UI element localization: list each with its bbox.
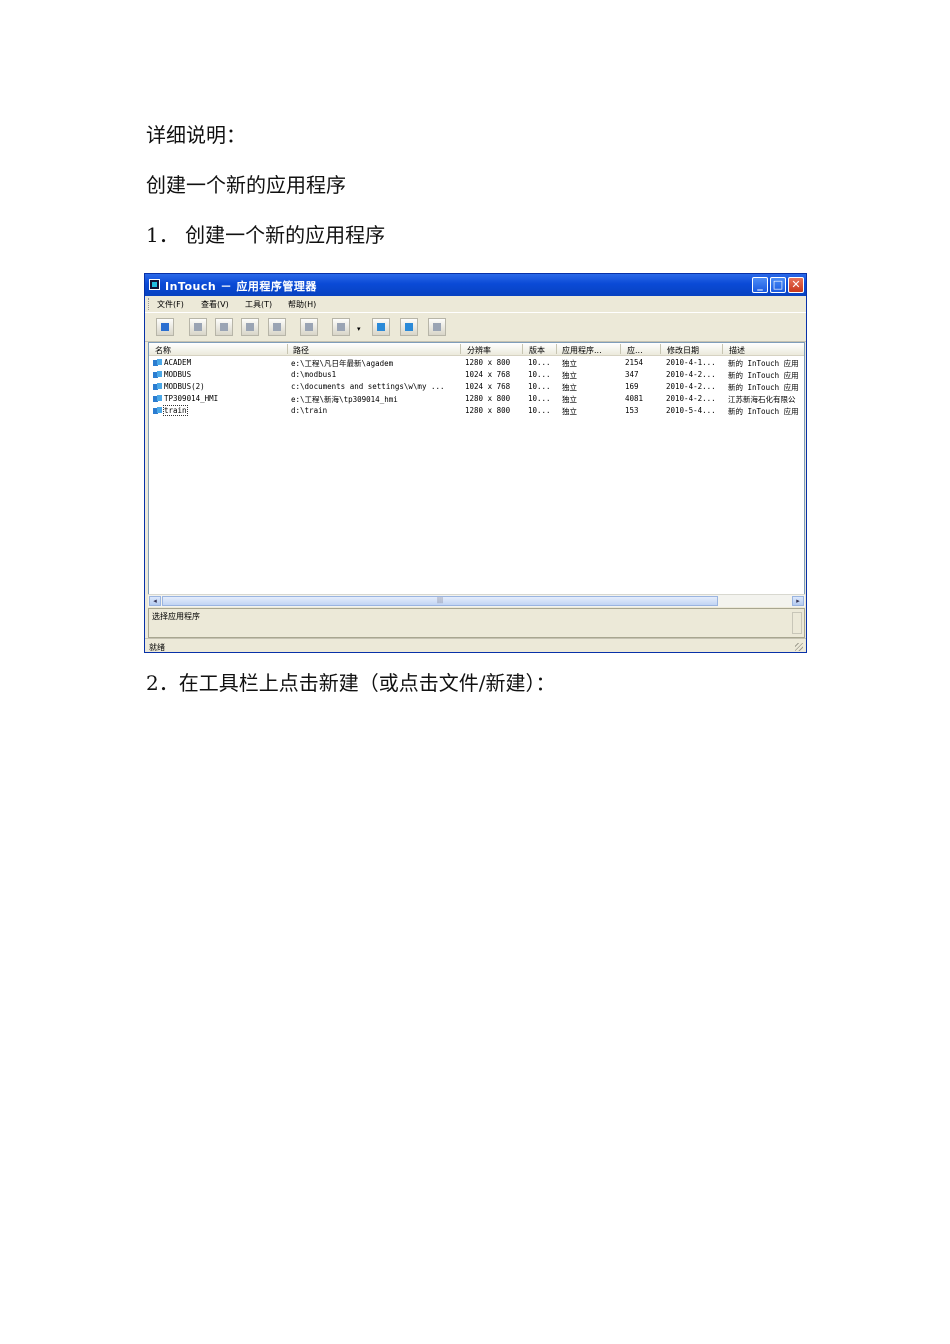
cell-app-size: 4081	[625, 394, 644, 403]
cell-path: e:\工程\新海\tp309014_hmi	[291, 395, 398, 404]
cell-modified: 2010-4-2...	[666, 370, 716, 379]
table-row[interactable]: TP309014_HMI e:\工程\新海\tp309014_hmi 1280 …	[149, 393, 804, 405]
cell-modified: 2010-4-1...	[666, 358, 716, 367]
table-row[interactable]: train d:\train 1280 x 800 10... 独立 153 2…	[149, 405, 804, 417]
cell-app-size: 2154	[625, 358, 644, 367]
col-name[interactable]: 名称	[155, 345, 171, 356]
minimize-button[interactable]: _	[752, 277, 768, 293]
cell-description: 新的 InTouch 应用	[728, 407, 799, 416]
col-version[interactable]: 版本	[529, 345, 545, 356]
menu-bar: 文件(F) 查看(V) 工具(T) 帮助(H)	[145, 296, 806, 312]
table-row[interactable]: MODBUS(2) c:\documents and settings\w\my…	[149, 381, 804, 393]
table-row[interactable]: MODBUS d:\modbus1 1024 x 768 10... 独立 34…	[149, 369, 804, 381]
toolbar: ▾	[145, 312, 806, 342]
cell-name: TP309014_HMI	[164, 394, 219, 403]
cell-app-type: 独立	[562, 383, 577, 392]
description-label: 选择应用程序	[152, 612, 200, 621]
step-2: 2．在工具栏上点击新建（或点击文件/新建）：	[146, 671, 556, 695]
app-icon	[153, 371, 162, 379]
menu-help[interactable]: 帮助(H)	[288, 299, 316, 310]
cell-modified: 2010-4-2...	[666, 382, 716, 391]
cell-path: e:\工程\凡日年最新\agadem	[291, 359, 394, 368]
cell-description: 江苏新海石化有限公	[728, 395, 796, 404]
cell-path: d:\train	[291, 406, 328, 415]
scroll-left-icon[interactable]: ◂	[149, 596, 161, 606]
cell-path: c:\documents and settings\w\my ...	[291, 382, 445, 391]
cell-version: 10...	[528, 358, 551, 367]
cell-app-type: 独立	[562, 395, 577, 404]
edit-button[interactable]	[189, 318, 207, 336]
window-title: InTouch － 应用程序管理器	[165, 280, 317, 293]
heading-detail: 详细说明：	[146, 123, 246, 147]
cell-app-type: 独立	[562, 407, 577, 416]
status-text: 就绪	[149, 643, 165, 652]
col-description[interactable]: 描述	[729, 345, 745, 356]
title-bar: InTouch － 应用程序管理器 _ □ ✕	[145, 274, 806, 296]
menu-tools[interactable]: 工具(T)	[245, 299, 272, 310]
cell-resolution: 1280 x 800	[465, 358, 511, 367]
cell-version: 10...	[528, 382, 551, 391]
col-app-size[interactable]: 应...	[627, 345, 643, 356]
col-resolution[interactable]: 分辨率	[467, 345, 491, 356]
delete-button[interactable]	[300, 318, 318, 336]
cell-version: 10...	[528, 370, 551, 379]
cell-name: ACADEM	[164, 358, 192, 367]
scroll-right-icon[interactable]: ▸	[792, 596, 804, 606]
cell-name: MODBUS	[164, 370, 192, 379]
cell-version: 10...	[528, 394, 551, 403]
cell-resolution: 1280 x 800	[465, 394, 511, 403]
scroll-thumb[interactable]: |||	[162, 596, 718, 606]
app-icon	[153, 395, 162, 403]
cell-description: 新的 InTouch 应用	[728, 371, 799, 380]
col-app-type[interactable]: 应用程序...	[562, 345, 602, 356]
intouch-app-icon	[149, 279, 160, 290]
app-icon	[153, 383, 162, 391]
dbdump-button[interactable]	[372, 318, 390, 336]
col-modified-date[interactable]: 修改日期	[667, 345, 699, 356]
cell-app-size: 347	[625, 370, 639, 379]
menu-file[interactable]: 文件(F)	[157, 299, 184, 310]
cell-modified: 2010-4-2...	[666, 394, 716, 403]
cell-version: 10...	[528, 406, 551, 415]
status-bar: 就绪	[145, 638, 806, 652]
horizontal-scrollbar[interactable]: ◂ ||| ▸	[148, 594, 805, 607]
cell-app-size: 153	[625, 406, 639, 415]
description-scrollbar[interactable]	[792, 612, 802, 634]
cell-resolution: 1280 x 800	[465, 406, 511, 415]
maximize-button[interactable]: □	[770, 277, 786, 293]
list-header: 名称 路径 分辨率 版本 应用程序... 应... 修改日期 描述	[149, 343, 804, 356]
close-button[interactable]: ✕	[788, 277, 804, 293]
menu-view[interactable]: 查看(V)	[201, 299, 229, 310]
cell-description: 新的 InTouch 应用	[728, 359, 799, 368]
subheading-create-app: 创建一个新的应用程序	[146, 173, 346, 197]
cell-path: d:\modbus1	[291, 370, 337, 379]
app-icon	[153, 359, 162, 367]
cell-name: train	[163, 405, 188, 416]
col-path[interactable]: 路径	[293, 345, 309, 356]
new-app-button[interactable]	[156, 318, 174, 336]
menu-grip	[148, 298, 151, 310]
cell-app-size: 169	[625, 382, 639, 391]
view-dropdown-icon[interactable]: ▾	[357, 325, 361, 333]
cell-resolution: 1024 x 768	[465, 370, 511, 379]
dbload-button[interactable]	[400, 318, 418, 336]
description-pane: 选择应用程序	[148, 608, 805, 638]
view-options-button[interactable]	[332, 318, 350, 336]
intouch-window-screenshot: InTouch － 应用程序管理器 _ □ ✕ 文件(F) 查看(V) 工具(T…	[144, 273, 807, 653]
resize-grip-icon[interactable]	[795, 643, 803, 651]
tools-button[interactable]	[428, 318, 446, 336]
cell-description: 新的 InTouch 应用	[728, 383, 799, 392]
properties-button[interactable]	[268, 318, 286, 336]
step-1: 1． 创建一个新的应用程序	[146, 223, 386, 247]
cell-app-type: 独立	[562, 359, 577, 368]
node-button[interactable]	[241, 318, 259, 336]
table-row[interactable]: ACADEM e:\工程\凡日年最新\agadem 1280 x 800 10.…	[149, 357, 804, 369]
application-list[interactable]: 名称 路径 分辨率 版本 应用程序... 应... 修改日期 描述 ACADEM…	[148, 342, 805, 606]
cell-name: MODBUS(2)	[164, 382, 205, 391]
run-button[interactable]	[215, 318, 233, 336]
cell-resolution: 1024 x 768	[465, 382, 511, 391]
cell-app-type: 独立	[562, 371, 577, 380]
app-icon	[153, 407, 162, 415]
cell-modified: 2010-5-4...	[666, 406, 716, 415]
